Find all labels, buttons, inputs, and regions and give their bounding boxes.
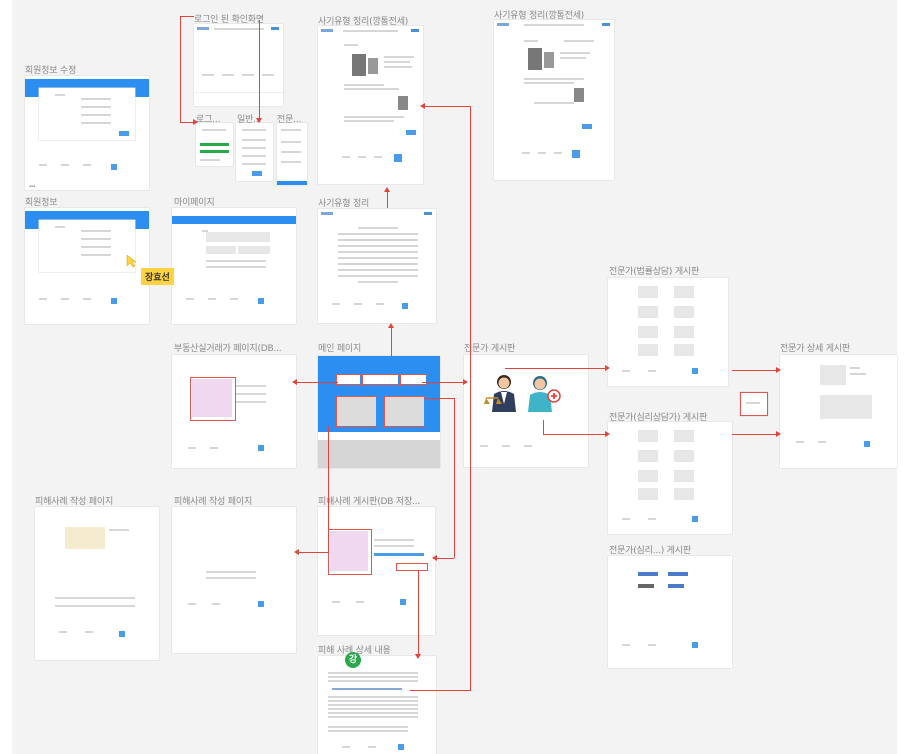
label-damage-write-2[interactable]: 피해사례 작성 페이지 xyxy=(174,494,252,507)
frame-mypage[interactable] xyxy=(172,208,296,324)
label-realestate[interactable]: 부동산실거래가 페이지(DB... xyxy=(174,341,282,354)
frame-member-edit[interactable]: ▪▪▪ xyxy=(25,76,149,190)
label-expert-detail[interactable]: 전문가 상세 게시판 xyxy=(780,341,850,354)
frame-expert-detail[interactable] xyxy=(780,355,897,468)
sticky-note[interactable]: 장효선 xyxy=(141,268,174,285)
frame-damage-write-2[interactable] xyxy=(172,507,296,653)
cursor-pointer-icon xyxy=(126,254,137,268)
frame-expert-legal[interactable] xyxy=(608,278,728,386)
frame-expert-psych[interactable] xyxy=(608,422,732,534)
label-member-info[interactable]: 회원정보 xyxy=(25,195,58,208)
frame-login-check[interactable] xyxy=(194,24,283,106)
label-expert-board[interactable]: 전문가 게시판 xyxy=(464,341,515,354)
label-scam-type[interactable]: 사기유형 정리 xyxy=(318,196,369,209)
frame-login[interactable] xyxy=(196,123,233,166)
collaborator-avatar[interactable]: 강 xyxy=(345,652,361,668)
frame-realestate[interactable] xyxy=(172,355,296,468)
frame-scam-type-1[interactable] xyxy=(318,26,423,184)
right-canvas-rail xyxy=(897,0,909,754)
expert-illustration xyxy=(484,375,561,412)
frame-expert-psych2[interactable] xyxy=(608,556,732,668)
frame-general[interactable] xyxy=(236,123,273,181)
lawyer-icon xyxy=(484,375,516,412)
frame-scam-type[interactable] xyxy=(318,209,436,323)
label-main-page[interactable]: 메인 페이지 xyxy=(318,341,361,354)
label-damage-write-1[interactable]: 피해사례 작성 페이지 xyxy=(35,494,113,507)
label-damage-board[interactable]: 피해사례 게시판(DB 저장... xyxy=(318,494,420,507)
frame-main-page[interactable] xyxy=(318,356,440,468)
frame-scam-type-2[interactable] xyxy=(494,20,614,180)
small-popup-box[interactable] xyxy=(740,392,768,416)
label-mypage[interactable]: 마이페이지 xyxy=(174,195,215,208)
frame-damage-detail[interactable] xyxy=(318,656,436,754)
label-member-edit[interactable]: 회원정보 수정 xyxy=(25,63,76,76)
storyboard-canvas[interactable]: 로그인 된 확인화면 사기유형 정리(깡통전세) 사기유형 정리(깡통전세) 회… xyxy=(0,0,909,754)
counselor-icon xyxy=(528,376,561,412)
label-expert-psych2[interactable]: 전문가(심리...) 게시판 xyxy=(609,543,691,556)
frame-damage-write-1[interactable] xyxy=(35,507,159,660)
left-canvas-rail xyxy=(0,0,12,754)
label-expert-legal[interactable]: 전문가(법률상담) 게시판 xyxy=(609,264,699,277)
frame-expert[interactable] xyxy=(277,123,307,185)
